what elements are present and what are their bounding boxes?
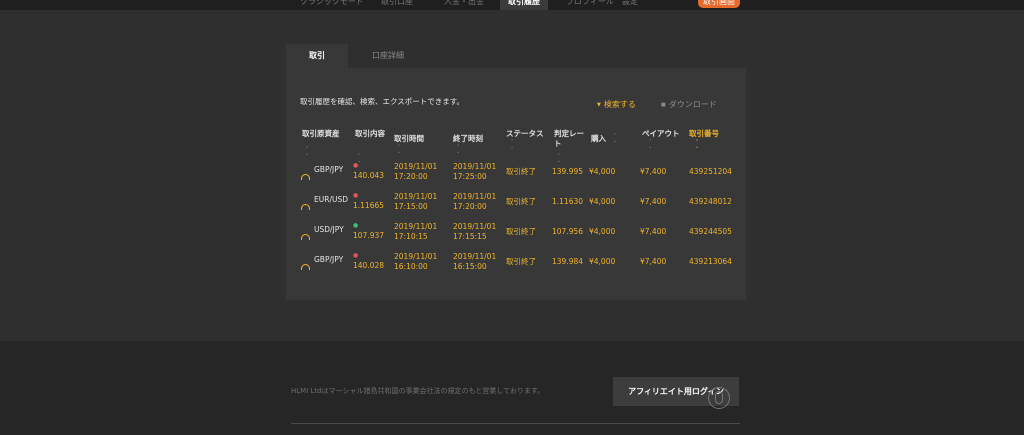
row-start-date: 2019/11/01 bbox=[394, 252, 438, 261]
row-asset: EUR/USD bbox=[314, 195, 348, 204]
row-payout: ¥7,400 bbox=[640, 227, 667, 236]
row-payout: ¥7,400 bbox=[640, 197, 667, 206]
row-purchase: ¥4,000 bbox=[589, 257, 616, 266]
caret-down-icon: ▼ bbox=[597, 102, 601, 108]
col-asset[interactable]: 取引原資産 bbox=[302, 129, 350, 139]
col-content[interactable]: 取引内容 bbox=[355, 129, 385, 139]
table-row: USD/JPY ● 107.937 2019/11/01 17:10:15 20… bbox=[286, 222, 746, 252]
trade-history-panel: 取引履歴を確認、検索、エクスポートできます。 ▼ 検索する ■ ダウンロード 取引原… bbox=[286, 68, 746, 300]
sort-icon[interactable]: ⌃ ⌄ bbox=[648, 140, 652, 150]
search-button[interactable]: ▼ 検索する bbox=[597, 99, 636, 110]
sort-icon[interactable]: ⌃ ⌄ bbox=[397, 145, 401, 155]
row-start-time: 16:10:00 bbox=[394, 262, 428, 271]
nav-item-classic[interactable]: クラシックモード bbox=[300, 0, 364, 8]
row-rate: 140.028 bbox=[353, 261, 385, 270]
arrow-down-icon: ● bbox=[353, 162, 359, 169]
table-row: GBP/JPY ● 140.043 2019/11/01 17:20:00 20… bbox=[286, 162, 746, 192]
sort-icon[interactable]: ⌃ ⌄ bbox=[695, 140, 699, 150]
row-judge-rate: 107.956 bbox=[552, 227, 584, 236]
row-end-date: 2019/11/01 bbox=[453, 192, 497, 201]
row-end-time: 17:15:15 bbox=[453, 232, 487, 241]
row-start-date: 2019/11/01 bbox=[394, 222, 438, 231]
row-end-time: 16:15:00 bbox=[453, 262, 487, 271]
col-trade-number[interactable]: 取引番号 bbox=[689, 129, 735, 139]
footer: HLMI Ltdはマーシャル諸島共和国の事業会社法の規定のもと営業しております。… bbox=[0, 341, 1024, 435]
row-rate: 140.043 bbox=[353, 171, 385, 180]
row-payout: ¥7,400 bbox=[640, 257, 667, 266]
gauge-icon bbox=[301, 234, 310, 240]
trade-screen-badge[interactable]: 取引画面 bbox=[698, 0, 740, 8]
row-status: 取引終了 bbox=[506, 167, 536, 176]
row-status: 取引終了 bbox=[506, 197, 536, 206]
row-end-date: 2019/11/01 bbox=[453, 252, 497, 261]
col-status[interactable]: ステータス bbox=[506, 129, 552, 139]
row-trade-number[interactable]: 439244505 bbox=[689, 227, 732, 237]
col-payout[interactable]: ペイアウト bbox=[642, 129, 690, 139]
row-end-time: 17:25:00 bbox=[453, 172, 487, 181]
sort-icon[interactable]: ⌃ ⌄ bbox=[510, 140, 514, 150]
sort-icon[interactable]: ⌃ ⌄ bbox=[305, 147, 309, 157]
top-navigation: クラシックモード 取引口座 入金・出金 取引履歴 プロフィール 設定 取引画面 bbox=[0, 0, 1024, 10]
row-status: 取引終了 bbox=[506, 257, 536, 266]
tab-account-details[interactable]: 口座詳細 bbox=[348, 44, 428, 68]
col-end-time[interactable]: 終了時刻 bbox=[453, 134, 503, 144]
nav-item-history[interactable]: 取引履歴 bbox=[500, 0, 548, 10]
arrow-down-icon: ● bbox=[353, 192, 359, 199]
row-start-time: 17:20:00 bbox=[394, 172, 428, 181]
row-rate: 1.11665 bbox=[353, 201, 385, 210]
row-payout: ¥7,400 bbox=[640, 167, 667, 176]
sort-icon[interactable]: ⌃ ⌄ bbox=[456, 145, 460, 155]
nav-item-deposit[interactable]: 入金・出金 bbox=[444, 0, 484, 8]
row-start-date: 2019/11/01 bbox=[394, 162, 438, 171]
nav-item-settings[interactable]: 設定 bbox=[622, 0, 638, 8]
row-end-time: 17:20:00 bbox=[453, 202, 487, 211]
row-judge-rate: 139.984 bbox=[552, 257, 584, 266]
col-start-time[interactable]: 取引時間 bbox=[394, 134, 444, 144]
row-start-time: 17:10:15 bbox=[394, 232, 428, 241]
row-trade-number[interactable]: 439213064 bbox=[689, 257, 732, 267]
row-asset: GBP/JPY bbox=[314, 165, 344, 174]
row-purchase: ¥4,000 bbox=[589, 197, 616, 206]
chat-support-icon[interactable] bbox=[708, 387, 730, 409]
nav-item-accounts[interactable]: 取引口座 bbox=[381, 0, 413, 8]
intro-text: 取引履歴を確認、検索、エクスポートできます。 bbox=[300, 97, 465, 106]
tab-trade[interactable]: 取引 bbox=[286, 44, 348, 68]
footer-divider bbox=[291, 423, 740, 424]
support-glyph bbox=[715, 391, 723, 404]
row-asset: GBP/JPY bbox=[314, 255, 344, 264]
row-start-date: 2019/11/01 bbox=[394, 192, 438, 201]
gauge-icon bbox=[301, 264, 310, 270]
download-label: ダウンロード bbox=[668, 100, 717, 109]
download-icon: ■ bbox=[661, 102, 666, 108]
row-asset: USD/JPY bbox=[314, 225, 344, 234]
search-label: 検索する bbox=[603, 100, 636, 109]
row-start-time: 17:15:00 bbox=[394, 202, 428, 211]
row-end-date: 2019/11/01 bbox=[453, 222, 497, 231]
row-trade-number[interactable]: 439248012 bbox=[689, 197, 732, 207]
row-end-date: 2019/11/01 bbox=[453, 162, 497, 171]
gauge-icon bbox=[301, 204, 310, 210]
row-judge-rate: 139.995 bbox=[552, 167, 584, 176]
table-row: EUR/USD ● 1.11665 2019/11/01 17:15:00 20… bbox=[286, 192, 746, 222]
nav-item-profile[interactable]: プロフィール bbox=[566, 0, 614, 8]
row-purchase: ¥4,000 bbox=[589, 227, 616, 236]
row-rate: 107.937 bbox=[353, 231, 385, 240]
table-row: GBP/JPY ● 140.028 2019/11/01 16:10:00 20… bbox=[286, 252, 746, 282]
arrow-up-icon: ● bbox=[353, 222, 359, 229]
row-purchase: ¥4,000 bbox=[589, 167, 616, 176]
download-button[interactable]: ■ ダウンロード bbox=[661, 99, 717, 110]
col-judge-rate[interactable]: 判定レート bbox=[554, 129, 588, 149]
row-judge-rate: 1.11630 bbox=[552, 197, 584, 206]
row-trade-number[interactable]: 439251204 bbox=[689, 167, 732, 177]
sort-icon[interactable]: ⌃ ⌄ bbox=[613, 134, 617, 144]
row-status: 取引終了 bbox=[506, 227, 536, 236]
gauge-icon bbox=[301, 174, 310, 180]
footer-legal-text: HLMI Ltdはマーシャル諸島共和国の事業会社法の規定のもと営業しております。 bbox=[291, 387, 545, 395]
arrow-down-icon: ● bbox=[353, 252, 359, 259]
